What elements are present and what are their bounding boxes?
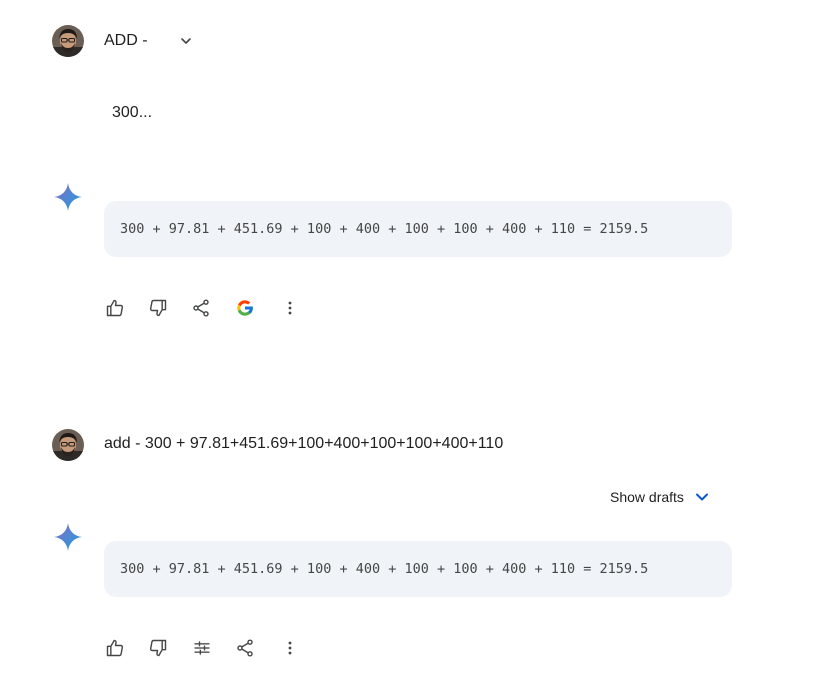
thumbs-down-icon[interactable] — [147, 637, 169, 659]
chevron-down-icon[interactable] — [178, 33, 194, 49]
user-prompt-text: ADD - — [104, 32, 148, 49]
tune-icon[interactable] — [191, 637, 213, 659]
user-avatar[interactable] — [52, 25, 84, 57]
user-prompt-text: add - 300 + 97.81+451.69+100+400+100+100… — [104, 435, 504, 452]
more-vert-icon[interactable] — [279, 297, 301, 319]
thumbs-down-icon[interactable] — [147, 297, 169, 319]
response-code-block: 300 + 97.81 + 451.69 + 100 + 400 + 100 +… — [104, 541, 732, 597]
user-prompt-continuation: 300... — [112, 104, 153, 121]
gemini-sparkle-icon — [53, 522, 83, 552]
response-actions — [104, 637, 304, 661]
show-drafts-label: Show drafts — [610, 489, 684, 505]
show-drafts-button[interactable]: Show drafts — [610, 486, 710, 508]
user-avatar[interactable] — [52, 429, 84, 461]
share-icon[interactable] — [190, 297, 212, 319]
more-vert-icon[interactable] — [279, 637, 301, 659]
response-actions — [104, 297, 304, 321]
google-icon[interactable] — [234, 297, 256, 319]
thumbs-up-icon[interactable] — [104, 297, 126, 319]
gemini-sparkle-icon — [53, 182, 83, 212]
chevron-down-icon — [695, 493, 708, 501]
thumbs-up-icon[interactable] — [104, 637, 126, 659]
response-code-block: 300 + 97.81 + 451.69 + 100 + 400 + 100 +… — [104, 201, 732, 257]
chat-page: ADD - 300... 300 + 97.81 + 451.69 + 100 … — [0, 0, 813, 690]
share-icon[interactable] — [234, 637, 256, 659]
